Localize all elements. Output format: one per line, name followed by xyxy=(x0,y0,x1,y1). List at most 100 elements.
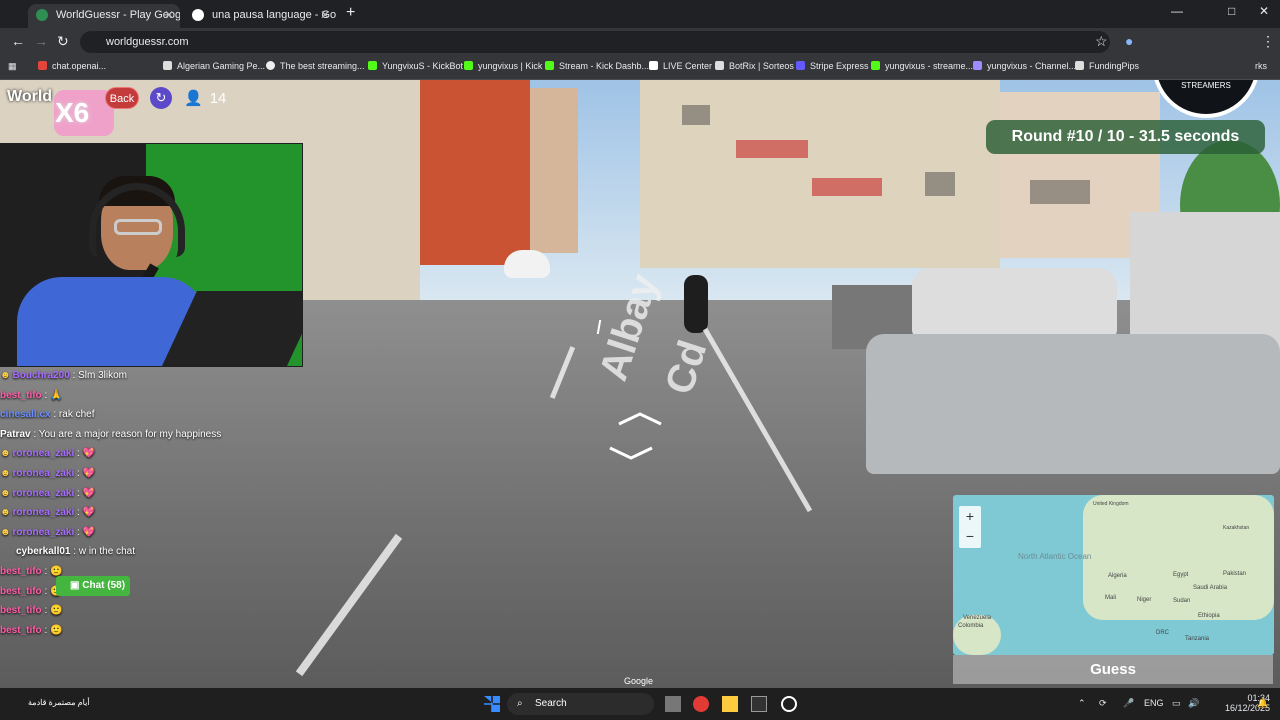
windows-taskbar: أيام مصتمرة قادمة ⌕ Search ⌃ ⟳ 🎤 ENG ▭ 🔊 … xyxy=(0,688,1280,720)
bookmark-streamer[interactable]: yungvixus - streame... xyxy=(871,61,973,71)
close-icon[interactable]: ✕ xyxy=(164,4,174,26)
youtube-icon xyxy=(38,61,47,70)
bookmark-kick[interactable]: yungvixus | Kick xyxy=(464,61,542,71)
silver-car xyxy=(866,334,1280,474)
bookmark-fundingpips[interactable]: FundingPips xyxy=(1075,61,1139,71)
apps-icon[interactable]: ▦ xyxy=(8,61,17,72)
zoom-out-icon[interactable]: − xyxy=(959,526,981,546)
move-forward-arrow[interactable] xyxy=(616,412,664,426)
window xyxy=(925,172,955,196)
bookmark-chatgpt[interactable]: chat.openai... xyxy=(38,61,106,71)
badge-icon: ☻ xyxy=(0,370,11,381)
bookmark-live-center[interactable]: LIVE Center xyxy=(649,61,712,71)
bookmark-stripe[interactable]: Stripe Express xyxy=(796,61,869,71)
refresh-button[interactable]: ↻ xyxy=(150,87,172,109)
chat-button[interactable]: ▣ Chat (58) xyxy=(56,576,130,596)
multiplier-text: X6 xyxy=(55,97,90,128)
motorcyclist xyxy=(684,275,708,333)
site-icon xyxy=(1075,61,1084,70)
notification-text: أيام مصتمرة قادمة xyxy=(28,698,90,707)
chat-message: ☻ roronea_zaki : 💖 xyxy=(0,507,96,519)
close-window-icon[interactable]: ✕ xyxy=(1259,4,1269,18)
white-car xyxy=(504,250,550,278)
guess-button[interactable]: Guess xyxy=(953,655,1273,684)
chat-overlay: ☻ Bouchra200 : Slm 3likom best_tifo : 🙏 c… xyxy=(0,366,270,640)
window xyxy=(682,105,710,125)
close-icon[interactable]: ✕ xyxy=(320,4,330,26)
tiktok-icon xyxy=(649,61,658,70)
tray-expand-icon[interactable]: ⌃ xyxy=(1078,698,1086,709)
game-logo[interactable]: World xyxy=(7,88,52,106)
language-indicator[interactable]: ENG xyxy=(1144,698,1164,708)
kick-icon xyxy=(871,61,880,70)
chat-message: best_tifo : 🙂 xyxy=(0,565,63,577)
badge-icon: ☻ xyxy=(0,507,11,519)
webcam-overlay xyxy=(0,143,303,367)
bookmark-kick-dashboard[interactable]: Stream - Kick Dashb... xyxy=(545,61,649,71)
kick-icon xyxy=(368,61,377,70)
new-tab-button[interactable]: + xyxy=(346,4,355,22)
back-button[interactable]: Back xyxy=(105,87,139,109)
tab-worldguessr[interactable]: WorldGuessr - Play Geoguessr ✕ xyxy=(28,4,180,28)
network-icon[interactable]: ▭ xyxy=(1172,698,1181,709)
tab-label: una pausa language - Google S xyxy=(212,9,336,21)
bookmark-kickbot[interactable]: YungvixuS - KickBot xyxy=(368,61,463,71)
chat-message: ☻ roronea_zaki : 💖 xyxy=(0,467,96,479)
bookmark-star-icon[interactable]: ☆ xyxy=(1095,33,1108,50)
task-view-icon[interactable] xyxy=(665,696,681,712)
bookmarks-bar: ▦ chat.openai... Algerian Gaming Pe... T… xyxy=(0,56,1280,80)
chat-message: Patrav : You are a major reason for my h… xyxy=(0,428,222,440)
map-zoom-control[interactable]: + − xyxy=(959,506,981,548)
search-icon: ⌕ xyxy=(517,698,523,709)
distant-building xyxy=(530,88,578,253)
window xyxy=(1030,180,1090,204)
extension-icon[interactable]: ● xyxy=(1125,33,1133,49)
badge-icon: ☻ xyxy=(0,487,11,499)
chat-message: ☻ Bouchra200 : Slm 3likom xyxy=(0,370,128,381)
bookmark-more[interactable]: rks xyxy=(1255,61,1267,71)
chat-message: best_tifo : 🙂 xyxy=(0,585,63,597)
address-bar[interactable]: worldguessr.com xyxy=(80,31,1110,53)
bookmark-channel[interactable]: yungvixus - Channel... xyxy=(973,61,1076,71)
microphone-tray-icon[interactable]: 🎤 xyxy=(1123,698,1134,709)
browser-toolbar: ← → ↻ worldguessr.com ☆ ● ⋮ xyxy=(0,28,1280,56)
tab-google-search[interactable]: una pausa language - Google S ✕ xyxy=(184,4,336,28)
move-backward-arrow[interactable] xyxy=(607,446,655,460)
user-icon: 👤 xyxy=(184,90,203,107)
chrome-icon[interactable] xyxy=(693,696,709,712)
bookmark-botrix[interactable]: BotRix | Sorteos xyxy=(715,61,794,71)
back-arrow-icon[interactable]: ← xyxy=(11,33,25,49)
guess-map[interactable]: United Kingdom Kazakhstan North Atlantic… xyxy=(953,495,1274,655)
windows-start-icon[interactable] xyxy=(484,696,500,712)
sync-icon[interactable]: ⟳ xyxy=(1099,698,1107,709)
parked-car xyxy=(912,268,1117,338)
badge-icon: ☻ xyxy=(0,448,11,460)
terminal-icon[interactable] xyxy=(751,696,767,712)
forward-arrow-icon[interactable]: → xyxy=(34,33,48,49)
chat-message: ☻ roronea_zaki : 💖 xyxy=(0,487,96,499)
stripe-icon xyxy=(796,61,805,70)
bookmark-algerian-gaming[interactable]: Algerian Gaming Pe... xyxy=(163,61,265,71)
bookmark-streaming[interactable]: The best streaming... xyxy=(266,61,365,71)
chat-message: cyberkall01 : w in the chat xyxy=(16,546,135,558)
taskbar-search[interactable]: ⌕ Search xyxy=(507,693,654,715)
zoom-in-icon[interactable]: + xyxy=(959,506,981,526)
menu-icon[interactable]: ⋮ xyxy=(1261,33,1275,50)
map-land xyxy=(953,615,1001,655)
google-icon xyxy=(192,9,204,21)
chat-message: best_tifo : 🙏 xyxy=(0,389,63,401)
chat-message: ☻ roronea_zaki : 💖 xyxy=(0,526,96,538)
red-building xyxy=(420,80,530,265)
balcony xyxy=(812,178,882,196)
reload-icon[interactable]: ↻ xyxy=(57,33,69,50)
site-icon xyxy=(163,61,172,70)
notification-icon[interactable]: 🔔 xyxy=(1257,698,1268,709)
app-icon[interactable] xyxy=(781,696,797,712)
volume-icon[interactable]: 🔊 xyxy=(1188,698,1199,709)
file-explorer-icon[interactable] xyxy=(722,696,738,712)
badge-icon: ☻ xyxy=(0,526,11,538)
minimize-icon[interactable]: — xyxy=(1171,4,1183,18)
chat-bubble-icon: ▣ xyxy=(70,580,83,591)
maximize-icon[interactable]: □ xyxy=(1228,4,1235,18)
badge-icon: ☻ xyxy=(0,467,11,479)
